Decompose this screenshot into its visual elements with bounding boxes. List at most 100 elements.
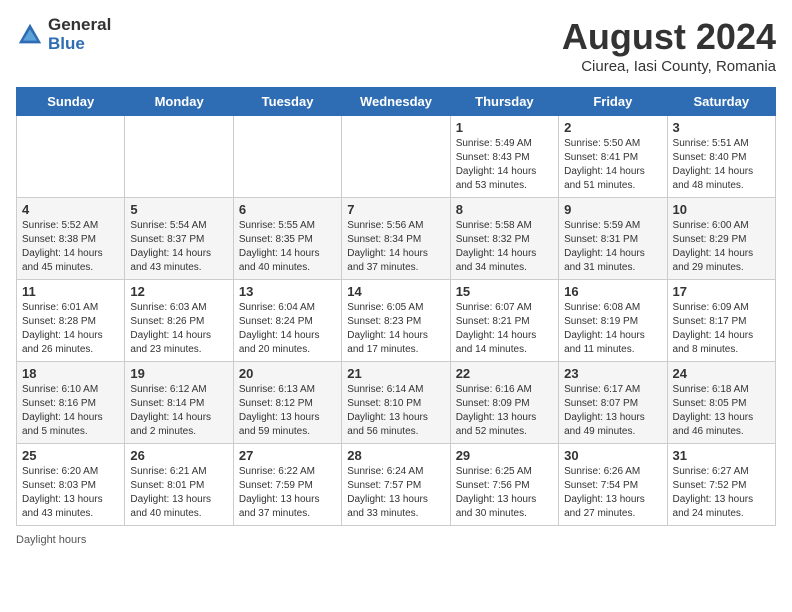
calendar-day-cell: 6 Sunrise: 5:55 AM Sunset: 8:35 PM Daylig… — [233, 198, 341, 280]
weekday-header-cell: Monday — [125, 88, 233, 116]
calendar-day-cell: 24Sunrise: 6:18 AM Sunset: 8:05 PM Dayli… — [667, 362, 775, 444]
day-info: Sunrise: 6:20 AM Sunset: 8:03 PM Dayligh… — [22, 465, 119, 521]
calendar-day-cell: 22Sunrise: 6:16 AM Sunset: 8:09 PM Dayli… — [450, 362, 558, 444]
weekday-header-cell: Sunday — [17, 88, 125, 116]
day-number: 1 — [456, 120, 553, 135]
day-number: 27 — [239, 448, 336, 463]
day-info: Sunrise: 6:14 AM Sunset: 8:10 PM Dayligh… — [347, 383, 444, 439]
logo-general: General — [48, 16, 111, 35]
day-number: 23 — [564, 366, 661, 381]
logo-blue: Blue — [48, 35, 111, 54]
calendar-week-row: 18Sunrise: 6:10 AM Sunset: 8:16 PM Dayli… — [17, 362, 776, 444]
day-number: 21 — [347, 366, 444, 381]
calendar-day-cell: 17 Sunrise: 6:09 AM Sunset: 8:17 PM Dayli… — [667, 280, 775, 362]
calendar-day-cell: 28Sunrise: 6:24 AM Sunset: 7:57 PM Dayli… — [342, 444, 450, 526]
day-info: Sunrise: 6:12 AM Sunset: 8:14 PM Dayligh… — [130, 383, 227, 439]
day-number: 17 — [673, 284, 770, 299]
weekday-header-cell: Wednesday — [342, 88, 450, 116]
day-number: 16 — [564, 284, 661, 299]
day-number: 9 — [564, 202, 661, 217]
day-info: Sunrise: 5:54 AM Sunset: 8:37 PM Dayligh… — [130, 219, 227, 275]
day-number: 5 — [130, 202, 227, 217]
calendar-day-cell: 31Sunrise: 6:27 AM Sunset: 7:52 PM Dayli… — [667, 444, 775, 526]
title-block: August 2024 Ciurea, Iasi County, Romania — [562, 16, 776, 75]
calendar-day-cell: 29 Sunrise: 6:25 AM Sunset: 7:56 PM Dayli… — [450, 444, 558, 526]
day-info: Sunrise: 5:59 AM Sunset: 8:31 PM Dayligh… — [564, 219, 661, 275]
day-number: 2 — [564, 120, 661, 135]
calendar-day-cell: 21 Sunrise: 6:14 AM Sunset: 8:10 PM Dayli… — [342, 362, 450, 444]
day-info: Sunrise: 6:26 AM Sunset: 7:54 PM Dayligh… — [564, 465, 661, 521]
calendar-day-cell: 8Sunrise: 5:58 AM Sunset: 8:32 PM Daylig… — [450, 198, 558, 280]
calendar-day-cell — [342, 116, 450, 198]
day-number: 7 — [347, 202, 444, 217]
day-info: Sunrise: 6:17 AM Sunset: 8:07 PM Dayligh… — [564, 383, 661, 439]
calendar-week-row: 11Sunrise: 6:01 AM Sunset: 8:28 PM Dayli… — [17, 280, 776, 362]
day-number: 3 — [673, 120, 770, 135]
day-info: Sunrise: 6:09 AM Sunset: 8:17 PM Dayligh… — [673, 301, 770, 357]
day-info: Sunrise: 6:00 AM Sunset: 8:29 PM Dayligh… — [673, 219, 770, 275]
calendar-day-cell: 11Sunrise: 6:01 AM Sunset: 8:28 PM Dayli… — [17, 280, 125, 362]
calendar-day-cell: 5 Sunrise: 5:54 AM Sunset: 8:37 PM Daylig… — [125, 198, 233, 280]
day-info: Sunrise: 5:50 AM Sunset: 8:41 PM Dayligh… — [564, 137, 661, 193]
calendar-day-cell — [233, 116, 341, 198]
calendar-day-cell: 12Sunrise: 6:03 AM Sunset: 8:26 PM Dayli… — [125, 280, 233, 362]
calendar-day-cell — [125, 116, 233, 198]
day-info: Sunrise: 5:55 AM Sunset: 8:35 PM Dayligh… — [239, 219, 336, 275]
calendar-day-cell: 9 Sunrise: 5:59 AM Sunset: 8:31 PM Daylig… — [559, 198, 667, 280]
calendar-day-cell: 30 Sunrise: 6:26 AM Sunset: 7:54 PM Dayli… — [559, 444, 667, 526]
weekday-header-cell: Thursday — [450, 88, 558, 116]
day-number: 20 — [239, 366, 336, 381]
weekday-header-cell: Friday — [559, 88, 667, 116]
day-number: 24 — [673, 366, 770, 381]
day-info: Sunrise: 6:16 AM Sunset: 8:09 PM Dayligh… — [456, 383, 553, 439]
footer: Daylight hours — [16, 534, 776, 546]
day-info: Sunrise: 5:56 AM Sunset: 8:34 PM Dayligh… — [347, 219, 444, 275]
logo: General Blue — [16, 16, 111, 53]
day-info: Sunrise: 6:25 AM Sunset: 7:56 PM Dayligh… — [456, 465, 553, 521]
calendar-day-cell: 14Sunrise: 6:05 AM Sunset: 8:23 PM Dayli… — [342, 280, 450, 362]
day-info: Sunrise: 6:21 AM Sunset: 8:01 PM Dayligh… — [130, 465, 227, 521]
weekday-header-cell: Tuesday — [233, 88, 341, 116]
day-number: 26 — [130, 448, 227, 463]
calendar-day-cell: 7 Sunrise: 5:56 AM Sunset: 8:34 PM Daylig… — [342, 198, 450, 280]
logo-text: General Blue — [48, 16, 111, 53]
day-number: 12 — [130, 284, 227, 299]
calendar-week-row: 25 Sunrise: 6:20 AM Sunset: 8:03 PM Dayli… — [17, 444, 776, 526]
location: Ciurea, Iasi County, Romania — [562, 58, 776, 75]
day-info: Sunrise: 5:51 AM Sunset: 8:40 PM Dayligh… — [673, 137, 770, 193]
day-number: 13 — [239, 284, 336, 299]
page-header: General Blue August 2024 Ciurea, Iasi Co… — [16, 16, 776, 75]
calendar-day-cell: 3 Sunrise: 5:51 AM Sunset: 8:40 PM Daylig… — [667, 116, 775, 198]
calendar-day-cell: 26 Sunrise: 6:21 AM Sunset: 8:01 PM Dayli… — [125, 444, 233, 526]
calendar-week-row: 4 Sunrise: 5:52 AM Sunset: 8:38 PM Daylig… — [17, 198, 776, 280]
weekday-header-row: SundayMondayTuesdayWednesdayThursdayFrid… — [17, 88, 776, 116]
calendar-day-cell: 19 Sunrise: 6:12 AM Sunset: 8:14 PM Dayli… — [125, 362, 233, 444]
day-number: 10 — [673, 202, 770, 217]
month-year: August 2024 — [562, 16, 776, 58]
day-info: Sunrise: 5:52 AM Sunset: 8:38 PM Dayligh… — [22, 219, 119, 275]
day-number: 29 — [456, 448, 553, 463]
day-number: 18 — [22, 366, 119, 381]
day-info: Sunrise: 6:01 AM Sunset: 8:28 PM Dayligh… — [22, 301, 119, 357]
day-number: 8 — [456, 202, 553, 217]
day-info: Sunrise: 6:08 AM Sunset: 8:19 PM Dayligh… — [564, 301, 661, 357]
calendar-day-cell: 2 Sunrise: 5:50 AM Sunset: 8:41 PM Daylig… — [559, 116, 667, 198]
day-number: 4 — [22, 202, 119, 217]
day-number: 14 — [347, 284, 444, 299]
day-number: 30 — [564, 448, 661, 463]
day-info: Sunrise: 6:27 AM Sunset: 7:52 PM Dayligh… — [673, 465, 770, 521]
day-info: Sunrise: 6:22 AM Sunset: 7:59 PM Dayligh… — [239, 465, 336, 521]
day-number: 28 — [347, 448, 444, 463]
weekday-header-cell: Saturday — [667, 88, 775, 116]
calendar-day-cell: 1Sunrise: 5:49 AM Sunset: 8:43 PM Daylig… — [450, 116, 558, 198]
calendar-day-cell: 27 Sunrise: 6:22 AM Sunset: 7:59 PM Dayli… — [233, 444, 341, 526]
logo-icon — [16, 21, 44, 49]
day-number: 25 — [22, 448, 119, 463]
calendar-week-row: 1Sunrise: 5:49 AM Sunset: 8:43 PM Daylig… — [17, 116, 776, 198]
calendar-day-cell: 10 Sunrise: 6:00 AM Sunset: 8:29 PM Dayli… — [667, 198, 775, 280]
day-number: 6 — [239, 202, 336, 217]
calendar-table: SundayMondayTuesdayWednesdayThursdayFrid… — [16, 87, 776, 526]
calendar-day-cell — [17, 116, 125, 198]
day-number: 19 — [130, 366, 227, 381]
calendar-day-cell: 18Sunrise: 6:10 AM Sunset: 8:16 PM Dayli… — [17, 362, 125, 444]
